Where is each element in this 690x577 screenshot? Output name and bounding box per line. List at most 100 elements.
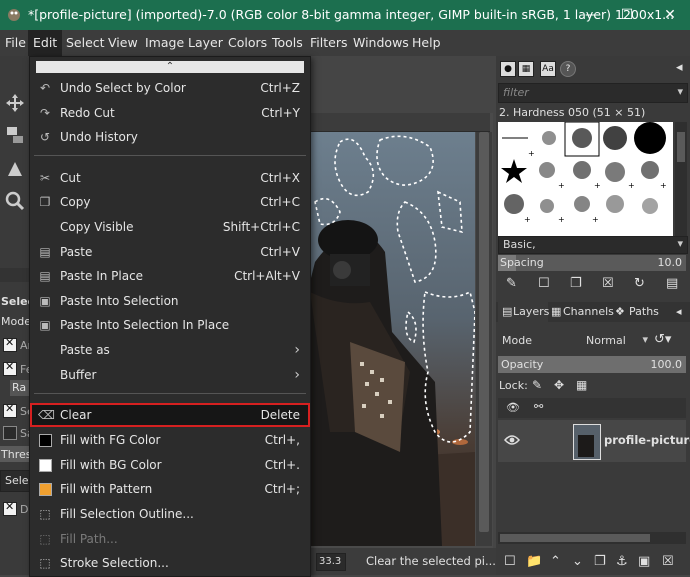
layer-name[interactable]: profile-picture.j [604, 433, 690, 447]
layer-actions: ☐ 📁 ⌃ ⌄ ❐ ⚓ ▣ ☒ [498, 552, 686, 572]
warp-tool-icon[interactable] [4, 158, 26, 180]
new-group-icon[interactable]: 📁 [526, 554, 542, 569]
menu-item-buffer[interactable]: Buffer › [30, 363, 310, 387]
menu-item-paste-in-place[interactable]: ▤ Paste In Place Ctrl+Alt+V [30, 264, 310, 288]
menu-item-copy-visible[interactable]: Copy Visible Shift+Ctrl+C [30, 215, 310, 239]
menu-item-clear[interactable]: ⌫ Clear Delete [30, 403, 310, 427]
anchor-layer-icon[interactable]: ⚓ [616, 554, 628, 569]
minimize-button[interactable]: — [572, 2, 612, 28]
lower-layer-icon[interactable]: ⌄ [572, 554, 583, 569]
select-transparent-checkbox[interactable] [3, 402, 17, 418]
menu-file[interactable]: File [0, 30, 31, 56]
menu-edit[interactable]: Edit [28, 30, 63, 56]
paste-in-place-icon: ▤ [39, 269, 51, 283]
feather-checkbox[interactable] [3, 360, 17, 376]
layer-thumbnail [573, 424, 601, 460]
layer-row[interactable]: profile-picture.j [498, 420, 690, 462]
font-tab-icon[interactable]: Aa [540, 61, 556, 77]
layers-hscrollbar[interactable] [498, 532, 686, 544]
zoom-field[interactable]: 33.3 [316, 553, 346, 571]
duplicate-brush-icon[interactable]: ❐ [570, 276, 582, 291]
paste-into-icon: ▣ [39, 294, 51, 308]
svg-text:+: + [592, 215, 599, 224]
brush-scrollbar[interactable] [675, 122, 687, 236]
new-layer-icon[interactable]: ☐ [504, 554, 516, 569]
help-tab-icon[interactable]: ? [560, 61, 576, 77]
tab-paths[interactable]: ❖ Paths [615, 302, 665, 322]
lock-position-icon[interactable]: ✥ [554, 378, 564, 392]
antialias-checkbox[interactable] [3, 336, 17, 352]
stroke-selection-icon: ⬚ [39, 556, 51, 570]
edit-brush-icon[interactable]: ✎ [506, 276, 517, 291]
menu-item-paste-into-selection[interactable]: ▣ Paste Into Selection [30, 289, 310, 313]
tab-layers[interactable]: ▤ Layers [498, 302, 549, 322]
raise-layer-icon[interactable]: ⌃ [550, 554, 561, 569]
duplicate-layer-icon[interactable]: ❐ [594, 554, 606, 569]
menu-tools[interactable]: Tools [267, 30, 308, 56]
sample-merged-checkbox[interactable] [3, 426, 17, 440]
opacity-label: Opacity [501, 358, 544, 371]
pattern-tab-icon[interactable]: ▦ [518, 61, 534, 77]
menu-item-undo-history[interactable]: ↺ Undo History [30, 125, 310, 149]
menu-item-copy[interactable]: ❐ Copy Ctrl+C [30, 190, 310, 214]
scroll-thumb[interactable] [479, 132, 489, 532]
menu-item-fill-bg[interactable]: Fill with BG Color Ctrl+. [30, 453, 310, 477]
menu-filters[interactable]: Filters [305, 30, 352, 56]
refresh-brush-icon[interactable]: ↻ [634, 276, 645, 291]
menu-image[interactable]: Image [140, 30, 189, 56]
new-brush-icon[interactable]: ☐ [538, 276, 550, 291]
zoom-tool-icon[interactable] [4, 190, 26, 212]
tearoff-handle[interactable]: ⌃ [36, 61, 304, 73]
eye-icon[interactable] [504, 434, 520, 446]
menu-view[interactable]: View [103, 30, 143, 56]
tab-channels[interactable]: ▦ Channels [549, 302, 615, 322]
tool-options-tabs [0, 268, 30, 282]
layers-menu-icon[interactable]: ◂ [676, 305, 682, 318]
brush-extra-icon[interactable]: ▤ [666, 276, 678, 291]
gimp-icon [8, 9, 20, 21]
image-canvas[interactable] [310, 132, 475, 546]
draw-mask-checkbox[interactable] [3, 500, 17, 516]
horizontal-ruler [310, 113, 490, 132]
redo-icon: ↷ [39, 106, 51, 120]
menu-help[interactable]: Help [407, 30, 446, 56]
chevron-down-icon: ▾ [677, 237, 683, 250]
brush-filter-input[interactable]: filter ▾ [498, 83, 688, 103]
svg-text:+: + [524, 215, 531, 224]
menu-item-fill-fg[interactable]: Fill with FG Color Ctrl+, [30, 428, 310, 452]
opacity-slider[interactable]: Opacity 100.0 [498, 356, 686, 373]
menu-item-fill-selection-outline[interactable]: ⬚ Fill Selection Outline... [30, 502, 310, 526]
menu-item-fill-pattern[interactable]: Fill with Pattern Ctrl+; [30, 477, 310, 501]
menu-colors[interactable]: Colors [223, 30, 272, 56]
layer-mode-dropdown[interactable]: Normal ▾ [580, 330, 650, 350]
dock-menu-icon[interactable]: ◂ [676, 60, 683, 75]
menu-item-undo[interactable]: ↶ Undo Select by Color Ctrl+Z [30, 76, 310, 100]
brush-grid[interactable]: + + + + + + + + [498, 121, 673, 236]
maximize-button[interactable]: ☐ [607, 2, 647, 28]
svg-text:+: + [558, 215, 565, 224]
mask-layer-icon[interactable]: ▣ [638, 554, 650, 569]
canvas-vertical-scrollbar[interactable] [476, 132, 492, 546]
move-tool-icon[interactable] [4, 92, 26, 114]
align-tool-icon[interactable] [4, 124, 26, 146]
spacing-label: Spacing [500, 256, 544, 269]
menu-item-paste-as[interactable]: Paste as › [30, 338, 310, 362]
composite-mode-icon[interactable]: ↺▾ [654, 332, 671, 347]
menu-windows[interactable]: Windows [348, 30, 414, 56]
delete-brush-icon[interactable]: ☒ [602, 276, 614, 291]
menu-item-cut[interactable]: ✂ Cut Ctrl+X [30, 166, 310, 190]
menu-item-redo[interactable]: ↷ Redo Cut Ctrl+Y [30, 101, 310, 125]
menu-item-stroke-selection[interactable]: ⬚ Stroke Selection... [30, 551, 310, 575]
mode-label: Mode [1, 315, 31, 328]
brush-tab-icon[interactable]: ● [500, 61, 516, 77]
spacing-slider[interactable]: Spacing 10.0 [498, 255, 686, 271]
menu-layer[interactable]: Layer [183, 30, 228, 56]
menu-item-paste-into-selection-in-place[interactable]: ▣ Paste Into Selection In Place [30, 313, 310, 337]
close-button[interactable]: ✕ [650, 2, 690, 28]
menu-bar: File Edit Select View Image Layer Colors… [0, 30, 690, 56]
brush-preset-dropdown[interactable]: Basic, ▾ [498, 236, 688, 254]
lock-pixels-icon[interactable]: ✎ [532, 378, 542, 392]
delete-layer-icon[interactable]: ☒ [662, 554, 674, 569]
lock-alpha-icon[interactable]: ▦ [576, 378, 587, 392]
menu-item-paste[interactable]: ▤ Paste Ctrl+V [30, 240, 310, 264]
